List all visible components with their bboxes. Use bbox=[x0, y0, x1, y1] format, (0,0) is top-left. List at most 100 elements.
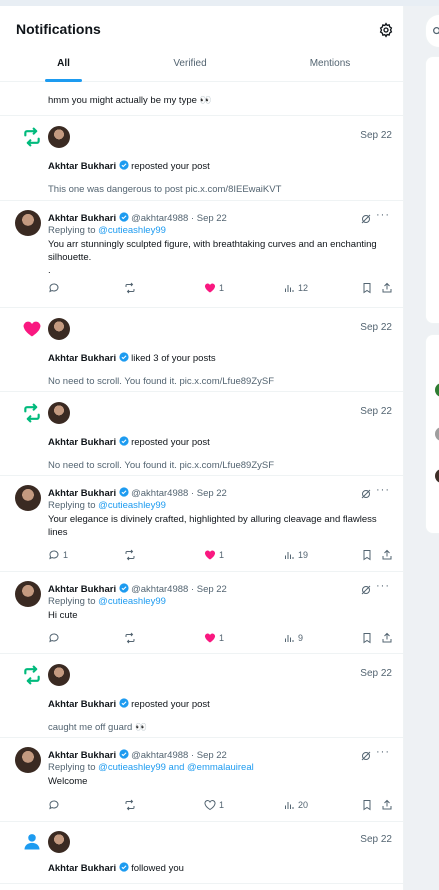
reply-button[interactable] bbox=[48, 282, 60, 294]
avatar[interactable] bbox=[48, 831, 70, 853]
more-options-icon[interactable]: ··· bbox=[376, 209, 390, 221]
notification-date: Sep 22 bbox=[360, 406, 392, 417]
like-button[interactable]: 1 bbox=[204, 282, 224, 294]
reply-header: Akhtar Bukhari @akhtar4988 · Sep 22 bbox=[48, 583, 227, 595]
action-bar: 1 20 bbox=[48, 799, 393, 813]
replying-to-link[interactable]: @cutieashley99 bbox=[98, 500, 166, 511]
reply-text[interactable]: Hi cute bbox=[48, 609, 378, 622]
tab-all[interactable]: All bbox=[45, 58, 82, 69]
notification-action: followed you bbox=[131, 863, 184, 874]
notification-repost[interactable]: Sep 22 Akhtar Bukhari reposted your post … bbox=[0, 392, 403, 476]
reply-button[interactable] bbox=[48, 799, 60, 811]
repost-button[interactable] bbox=[124, 632, 136, 644]
avatar[interactable] bbox=[435, 383, 439, 397]
replying-to-link[interactable]: @cutieashley99 bbox=[98, 596, 166, 607]
repost-button[interactable] bbox=[124, 799, 136, 811]
notification-reply[interactable]: Akhtar Bukhari @akhtar4988 · Sep 22 ··· R… bbox=[0, 201, 403, 308]
tab-mentions[interactable]: Mentions bbox=[300, 58, 360, 69]
replying-to-link[interactable]: @cutieashley99 bbox=[98, 225, 166, 236]
notification-follow[interactable]: Sep 22 Akhtar Bukhari followed you bbox=[0, 822, 403, 884]
user-name[interactable]: Akhtar Bukhari bbox=[48, 750, 116, 761]
repost-button[interactable] bbox=[124, 282, 136, 294]
reply-button[interactable] bbox=[48, 632, 60, 644]
verified-badge-icon bbox=[119, 583, 129, 593]
gear-icon[interactable] bbox=[378, 22, 394, 38]
avatar[interactable] bbox=[48, 318, 70, 340]
notification-line: Akhtar Bukhari reposted your post bbox=[48, 698, 210, 710]
share-button[interactable] bbox=[381, 282, 393, 294]
post-text[interactable]: No need to scroll. You found it. pic.x.c… bbox=[48, 460, 274, 471]
user-name[interactable]: Akhtar Bukhari bbox=[48, 584, 116, 595]
user-name[interactable]: Akhtar Bukhari bbox=[48, 161, 116, 172]
avatar[interactable] bbox=[48, 664, 70, 686]
notification-line: Akhtar Bukhari reposted your post bbox=[48, 436, 210, 448]
repost-button[interactable] bbox=[124, 549, 136, 561]
avatar[interactable] bbox=[435, 427, 439, 441]
grok-icon[interactable] bbox=[360, 584, 372, 596]
search-box[interactable] bbox=[425, 14, 439, 48]
views-icon bbox=[285, 802, 294, 809]
share-button[interactable] bbox=[381, 799, 393, 811]
avatar[interactable] bbox=[48, 126, 70, 148]
views-button[interactable]: 19 bbox=[283, 549, 308, 561]
views-button[interactable]: 20 bbox=[283, 799, 308, 811]
views-icon bbox=[285, 552, 294, 559]
avatar[interactable] bbox=[15, 485, 41, 511]
grok-icon[interactable] bbox=[360, 213, 372, 225]
reply-icon bbox=[49, 633, 59, 643]
repost-icon bbox=[125, 799, 135, 811]
user-name[interactable]: Akhtar Bukhari bbox=[48, 437, 116, 448]
notification-reply[interactable]: Akhtar Bukhari @akhtar4988 · Sep 22 ··· R… bbox=[0, 476, 403, 572]
like-count: 1 bbox=[219, 800, 225, 810]
avatar[interactable] bbox=[48, 402, 70, 424]
user-name[interactable]: Akhtar Bukhari bbox=[48, 699, 116, 710]
search-icon bbox=[433, 27, 439, 35]
more-options-icon[interactable]: ··· bbox=[376, 746, 390, 758]
like-button[interactable]: 1 bbox=[204, 549, 224, 561]
user-name[interactable]: Akhtar Bukhari bbox=[48, 213, 116, 224]
share-button[interactable] bbox=[381, 549, 393, 561]
replying-label: Replying to bbox=[48, 500, 96, 511]
replying-label: Replying to bbox=[48, 596, 96, 607]
post-text[interactable]: No need to scroll. You found it. pic.x.c… bbox=[48, 376, 274, 387]
share-button[interactable] bbox=[381, 632, 393, 644]
bookmark-button[interactable] bbox=[361, 632, 373, 644]
replying-to: Replying to @cutieashley99 bbox=[48, 500, 166, 511]
more-options-icon[interactable]: ··· bbox=[376, 484, 390, 496]
grok-icon[interactable] bbox=[360, 750, 372, 762]
notification-reply[interactable]: Akhtar Bukhari @akhtar4988 · Sep 22 ··· R… bbox=[0, 738, 403, 822]
like-button[interactable]: 1 bbox=[204, 632, 224, 644]
views-button[interactable]: 12 bbox=[283, 282, 308, 294]
avatar[interactable] bbox=[435, 469, 439, 483]
bookmark-button[interactable] bbox=[361, 549, 373, 561]
reply-text[interactable]: You arr stunningly sculpted figure, with… bbox=[48, 238, 378, 277]
user-name[interactable]: Akhtar Bukhari bbox=[48, 353, 116, 364]
notification-repost[interactable]: Sep 22 Akhtar Bukhari reposted your post … bbox=[0, 654, 403, 738]
views-button[interactable]: 9 bbox=[283, 632, 303, 644]
avatar[interactable] bbox=[15, 210, 41, 236]
bookmark-button[interactable] bbox=[361, 799, 373, 811]
bookmark-button[interactable] bbox=[361, 282, 373, 294]
verified-badge-icon bbox=[119, 352, 129, 362]
more-options-icon[interactable]: ··· bbox=[376, 580, 390, 592]
like-button[interactable]: 1 bbox=[204, 799, 224, 811]
user-name[interactable]: Akhtar Bukhari bbox=[48, 488, 116, 499]
notification-repost[interactable]: Sep 22 Akhtar Bukhari reposted your post … bbox=[0, 116, 403, 201]
post-text[interactable]: This one was dangerous to post pic.x.com… bbox=[48, 184, 281, 195]
grok-icon[interactable] bbox=[360, 488, 372, 500]
reply-button[interactable]: 1 bbox=[48, 549, 68, 561]
verified-badge-icon bbox=[119, 160, 129, 170]
reply-text[interactable]: Your elegance is divinely crafted, highl… bbox=[48, 513, 378, 539]
notification-like[interactable]: Sep 22 Akhtar Bukhari liked 3 of your pos… bbox=[0, 308, 403, 392]
avatar[interactable] bbox=[15, 581, 41, 607]
replying-to-link[interactable]: @cutieashley99 and @emmalauireal bbox=[98, 762, 254, 773]
reply-text[interactable]: Welcome bbox=[48, 775, 378, 788]
action-bar: 1 9 bbox=[48, 632, 393, 646]
notifications-panel: Notifications All Verified Mentions hmm … bbox=[0, 6, 404, 890]
user-name[interactable]: Akhtar Bukhari bbox=[48, 863, 116, 874]
notification-reply[interactable]: Akhtar Bukhari @akhtar4988 · Sep 22 ··· R… bbox=[0, 572, 403, 654]
list-item[interactable]: hmm you might actually be my type 👀 bbox=[0, 83, 403, 116]
tab-verified[interactable]: Verified bbox=[160, 58, 220, 69]
avatar[interactable] bbox=[15, 747, 41, 773]
post-text[interactable]: caught me off guard 👀 bbox=[48, 722, 147, 733]
